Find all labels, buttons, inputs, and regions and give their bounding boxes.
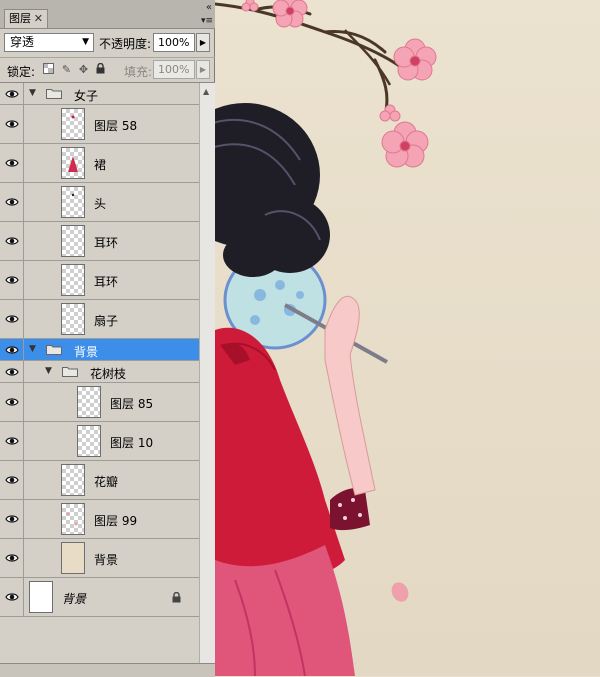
eye-icon[interactable] [0, 144, 24, 182]
layer-thumbnail[interactable] [61, 186, 85, 218]
blend-mode-select[interactable]: 穿透 ▼ [4, 33, 94, 52]
blend-row: 穿透 ▼ 不透明度: 100% ▶ [0, 29, 215, 58]
layer-thumbnail[interactable] [61, 503, 85, 535]
layer-row[interactable]: 头 [0, 183, 199, 222]
document-canvas[interactable] [215, 0, 600, 676]
eye-icon[interactable] [0, 500, 24, 538]
eye-icon[interactable] [0, 261, 24, 299]
layer-name: 花瓣 [94, 475, 119, 489]
layer-thumbnail[interactable] [77, 425, 101, 457]
layers-panel: 图层 ✕ « ▾≡ 穿透 ▼ 不透明度: 100% ▶ 锁定: ✎ ✥ 填充: … [0, 0, 215, 677]
layer-row[interactable]: 扇子 [0, 300, 199, 339]
layer-row[interactable]: 花瓣 [0, 461, 199, 500]
layers-list: ▼ 女子 图层 58 裙头耳环 耳环 扇子 ▼ 背景 ▼ 花树枝 图层 85 图层 10 花瓣 图层 99… [0, 83, 199, 663]
eye-icon[interactable] [0, 539, 24, 577]
chevron-down-icon: ▼ [82, 37, 89, 47]
lock-all-icon[interactable] [94, 62, 107, 76]
layer-thumbnail[interactable] [61, 464, 85, 496]
layer-name: 女子 [74, 89, 99, 103]
layer-name: 背景 [74, 345, 99, 359]
illustration [215, 0, 437, 676]
layers-tab-label: 图层 [9, 12, 31, 25]
eye-icon[interactable] [0, 339, 24, 360]
eye-icon[interactable] [0, 105, 24, 143]
lock-row: 锁定: ✎ ✥ 填充: 100% ▶ [0, 58, 215, 83]
layer-row[interactable]: 裙 [0, 144, 199, 183]
layer-name: 裙 [94, 158, 107, 172]
layer-name: 头 [94, 197, 107, 211]
layer-name: 花树枝 [90, 367, 127, 381]
panel-footer [0, 663, 215, 677]
layer-name: 扇子 [94, 314, 119, 328]
layer-group-row[interactable]: ▼ 背景 [0, 339, 199, 361]
layer-thumbnail[interactable] [61, 542, 85, 574]
eye-icon[interactable] [0, 183, 24, 221]
layer-row[interactable]: 背景 [0, 539, 199, 578]
layer-name: 耳环 [94, 275, 119, 289]
layer-row[interactable]: 背景 [0, 578, 199, 617]
eye-icon[interactable] [0, 83, 24, 104]
eye-icon[interactable] [0, 300, 24, 338]
lock-transparency-icon[interactable] [42, 63, 55, 76]
panel-menu-icon[interactable]: ▾≡ [201, 16, 213, 26]
lock-icon [172, 591, 181, 606]
eye-icon[interactable] [0, 422, 24, 460]
layers-tab[interactable]: 图层 ✕ [4, 9, 48, 28]
layer-row[interactable]: 图层 10 [0, 422, 199, 461]
triangle-down-icon[interactable]: ▼ [45, 366, 52, 376]
fill-label: 填充: [124, 65, 153, 79]
opacity-input[interactable]: 100% [153, 33, 195, 52]
layers-scrollbar[interactable]: ▲ [199, 83, 215, 663]
layer-row[interactable]: 图层 85 [0, 383, 199, 422]
close-icon[interactable]: ✕ [34, 10, 43, 27]
eye-icon[interactable] [0, 578, 24, 616]
eye-icon[interactable] [0, 461, 24, 499]
folder-icon [46, 88, 62, 99]
folder-icon [62, 366, 78, 377]
layer-name: 背景 [62, 592, 87, 606]
panel-tab-bar: 图层 ✕ « ▾≡ [0, 0, 215, 29]
collapse-icon[interactable]: « [206, 2, 212, 13]
layer-name: 图层 58 [94, 119, 138, 133]
blend-mode-value: 穿透 [10, 35, 35, 49]
layer-row[interactable]: 图层 99 [0, 500, 199, 539]
opacity-slider-button[interactable]: ▶ [196, 33, 210, 52]
layer-thumbnail[interactable] [61, 303, 85, 335]
layer-row[interactable]: 耳环 [0, 222, 199, 261]
layer-name: 背景 [94, 553, 119, 567]
layer-name: 耳环 [94, 236, 119, 250]
layer-name: 图层 10 [110, 436, 154, 450]
lock-image-icon[interactable]: ✎ [60, 63, 73, 76]
layer-name: 图层 99 [94, 514, 138, 528]
layer-group-row[interactable]: ▼ 女子 [0, 83, 199, 105]
folder-icon [46, 344, 62, 355]
triangle-down-icon[interactable]: ▼ [29, 88, 36, 98]
lock-position-icon[interactable]: ✥ [77, 63, 90, 76]
layer-thumbnail[interactable] [61, 264, 85, 296]
eye-icon[interactable] [0, 361, 24, 382]
triangle-down-icon[interactable]: ▼ [29, 344, 36, 354]
layer-thumbnail[interactable] [61, 147, 85, 179]
fill-input[interactable]: 100% [153, 60, 195, 79]
layer-thumbnail[interactable] [61, 225, 85, 257]
layer-thumbnail[interactable] [77, 386, 101, 418]
layer-thumbnail[interactable] [61, 108, 85, 140]
layer-group-row[interactable]: ▼ 花树枝 [0, 361, 199, 383]
eye-icon[interactable] [0, 222, 24, 260]
layer-name: 图层 85 [110, 397, 154, 411]
opacity-label: 不透明度: [99, 37, 152, 51]
lock-label: 锁定: [7, 65, 36, 79]
scroll-up-icon[interactable]: ▲ [203, 87, 209, 96]
fill-slider-button[interactable]: ▶ [196, 60, 210, 79]
layer-thumbnail[interactable] [29, 581, 53, 613]
eye-icon[interactable] [0, 383, 24, 421]
layer-row[interactable]: 图层 58 [0, 105, 199, 144]
layer-row[interactable]: 耳环 [0, 261, 199, 300]
